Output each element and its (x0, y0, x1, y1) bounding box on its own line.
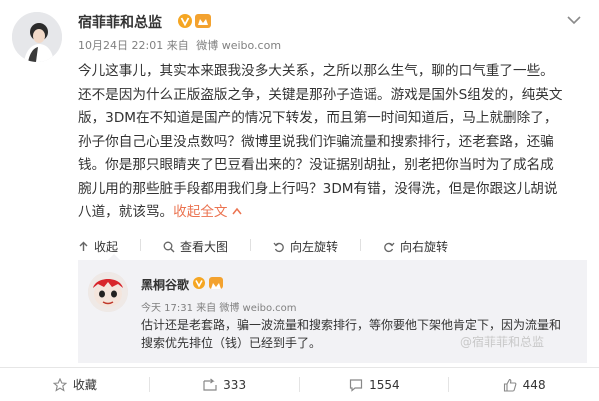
view-large-label: 查看大图 (180, 240, 229, 254)
image-watermark: @宿菲菲和总监 (460, 335, 545, 349)
favorite-button[interactable]: 收藏 (0, 368, 150, 401)
weibo-post-card: 宿菲菲和总监 10月24日 22:01 来自 微博 weibo.com 今儿这事… (0, 0, 599, 401)
repost-author-avatar[interactable] (88, 272, 128, 312)
star-icon (52, 377, 67, 392)
post-line: 钱。你是那只眼睛夹了巴豆看出来的？没证据别胡扯，别老把你当时为了成名成 (78, 157, 554, 173)
verified-icon (193, 277, 205, 289)
repost-button[interactable]: 333 (150, 368, 300, 401)
author-name[interactable]: 宿菲菲和总监 (78, 12, 162, 32)
repost-meta: 今天 17:31 来自 微博 weibo.com (141, 299, 297, 314)
like-button[interactable]: 448 (449, 368, 599, 401)
rotate-right-icon (384, 242, 395, 252)
post-line: 还不是因为什么正版盗版之争，关键是那孙子造谣。游戏是国外S组发的，纯英文 (78, 86, 563, 103)
like-count: 448 (522, 377, 546, 392)
rotate-left-label: 向左旋转 (290, 240, 339, 254)
repost-timestamp[interactable]: 今天 17:31 (141, 303, 193, 314)
verified-icon (178, 14, 192, 28)
divider (360, 239, 362, 251)
post-line-last: 八道，就该骂。收起全文 (78, 201, 586, 225)
collapse-full-text-link[interactable]: 收起全文 (173, 204, 242, 220)
thumbs-up-icon (503, 378, 517, 392)
post-meta: 10月24日 22:01 来自 微博 weibo.com (78, 37, 281, 53)
comment-button[interactable]: 1554 (300, 368, 450, 401)
post-action-bar: 收藏 333 1554 448 (0, 368, 599, 401)
chevron-down-icon[interactable] (566, 14, 582, 26)
share-icon (203, 378, 217, 391)
repost-source-prefix: 来自 (196, 303, 217, 314)
repost-line: 估计还是老套路，骗一波流量和搜索排行，等你要他下架他肯定下，因为流量和 (141, 318, 562, 332)
post-timestamp[interactable]: 10月24日 22:01 (78, 39, 163, 52)
view-large-image-button[interactable]: 查看大图 (163, 238, 228, 255)
collapse-label: 收起 (94, 240, 119, 254)
vip-level-icon (195, 14, 211, 28)
post-line: 腕儿用的那些脏手段都用我们身上行吗？3DM有错，没得洗，但是你跟这儿胡说 (78, 180, 558, 197)
rotate-right-button[interactable]: 向右旋转 (383, 238, 448, 255)
favorite-label: 收藏 (72, 378, 97, 392)
comment-count: 1554 (369, 377, 400, 392)
source-prefix: 来自 (166, 39, 189, 52)
author-avatar[interactable] (12, 12, 62, 62)
post-line: 八道，就该骂。 (78, 204, 174, 220)
repost-source[interactable]: 微博 weibo.com (219, 303, 296, 314)
divider (250, 239, 252, 251)
rotate-left-icon (273, 242, 284, 252)
collapse-button[interactable]: 收起 (78, 238, 118, 255)
post-source[interactable]: 微博 weibo.com (196, 39, 281, 52)
rotate-right-label: 向右旋转 (400, 240, 449, 254)
post-line: 版，3DM在不知道是国产的情况下转发，而且第一时间知道后，马上就删除了， (78, 110, 558, 126)
post-line: 孙子你自己心里没点数吗？微博里说我们诈骗流量和搜索排行，还老套路，还骗 (78, 133, 554, 150)
repost-author-name[interactable]: 黑桐谷歌 (141, 276, 189, 293)
zoom-icon (163, 241, 175, 252)
post-text: 今儿这事儿，其实本来跟我没多大关系，之所以那么生气，聊的口气重了一些。 还不是因… (78, 60, 586, 225)
post-line: 今儿这事儿，其实本来跟我没多大关系，之所以那么生气，聊的口气重了一些。 (78, 63, 554, 79)
image-actions: 收起 查看大图 向左旋转 向右旋转 (78, 238, 470, 255)
chevron-up-icon (231, 207, 242, 215)
rotate-left-button[interactable]: 向左旋转 (273, 238, 338, 255)
repost-count: 333 (223, 377, 247, 392)
arrow-up-icon (79, 241, 88, 251)
comment-icon (349, 378, 363, 392)
collapse-full-text-label: 收起全文 (173, 204, 228, 220)
divider (140, 239, 142, 251)
vip-level-icon (209, 277, 223, 289)
